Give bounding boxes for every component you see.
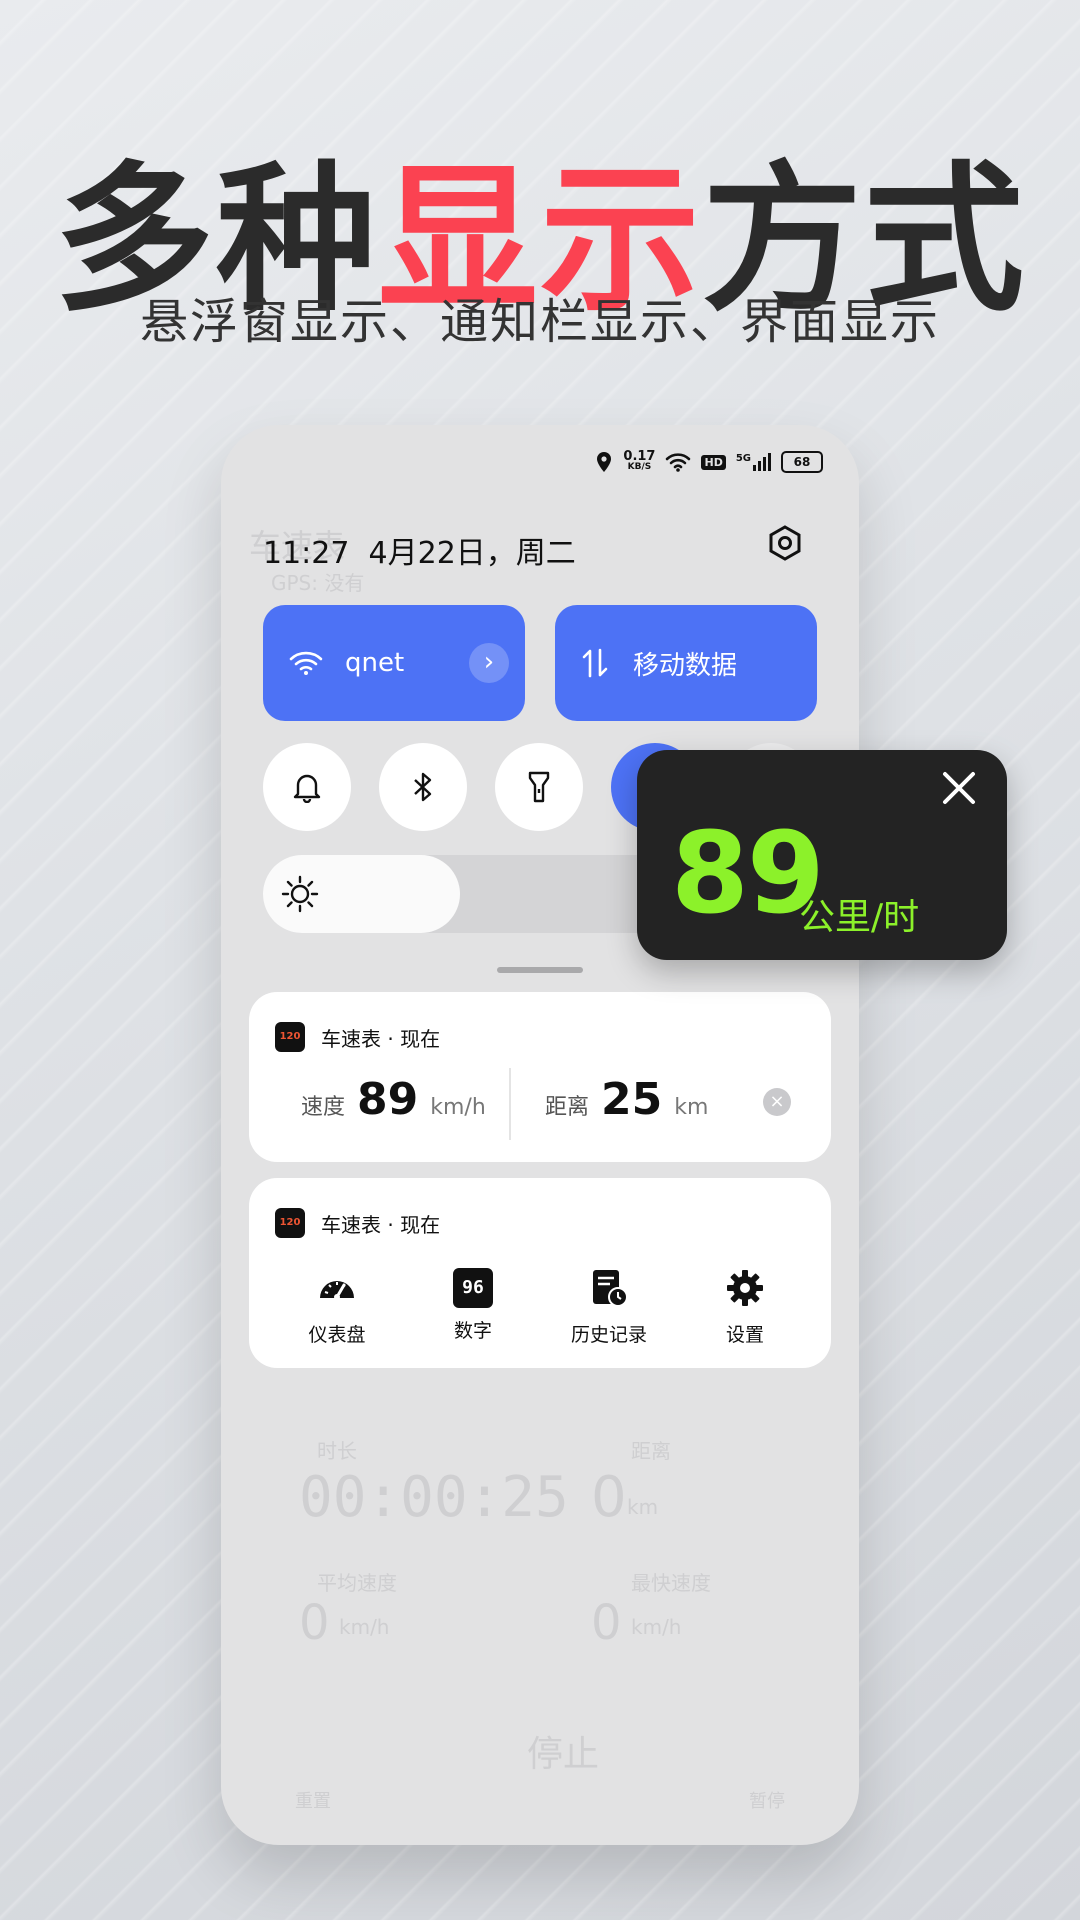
settings-hexagon-icon[interactable]	[767, 525, 803, 561]
close-icon[interactable]	[939, 768, 979, 808]
floating-speed-unit: 公里/时	[799, 897, 920, 938]
bg-distance-label: 距离	[631, 1439, 671, 1463]
panel-drag-handle[interactable]	[497, 967, 583, 973]
distance-metric: 距离 25 km	[545, 1074, 709, 1125]
bg-avg-unit: km/h	[339, 1615, 390, 1639]
flashlight-icon	[528, 771, 550, 803]
bluetooth-icon	[414, 772, 432, 802]
bg-duration-label: 时长	[317, 1439, 357, 1463]
gear-icon	[727, 1270, 763, 1306]
mobile-data-tile[interactable]: 移动数据	[555, 605, 817, 721]
shortcut-settings[interactable]: 设置	[685, 1268, 805, 1347]
bg-max-label: 最快速度	[631, 1571, 711, 1595]
notification-shortcuts-card[interactable]: 120 车速表 · 现在 仪表盘 96 数字 历史记录 设置	[249, 1178, 831, 1368]
bg-avg-label: 平均速度	[317, 1571, 397, 1595]
bg-reset-button[interactable]: 重置	[295, 1787, 331, 1813]
bg-stop-button[interactable]: 停止	[527, 1725, 599, 1777]
metric-divider	[509, 1068, 511, 1140]
wifi-tile[interactable]: qnet ›	[263, 605, 525, 721]
shortcut-digital[interactable]: 96 数字	[413, 1268, 533, 1343]
data-transfer-icon	[582, 648, 608, 678]
wifi-icon	[289, 651, 323, 675]
sun-icon	[281, 875, 319, 913]
speedometer-app-icon: 120	[275, 1022, 305, 1052]
bg-pause-button[interactable]: 暂停	[749, 1787, 785, 1813]
signal-icon: 5G	[736, 453, 771, 471]
notification-header: 120 车速表 · 现在	[275, 1208, 440, 1238]
digital-display-icon: 96	[453, 1268, 493, 1308]
history-icon	[593, 1270, 628, 1307]
subheadline: 悬浮窗显示、通知栏显示、界面显示	[139, 294, 940, 350]
wifi-tile-label: qnet	[345, 648, 405, 678]
toggle-bluetooth[interactable]	[379, 743, 467, 831]
notification-speed-card[interactable]: 120 车速表 · 现在 速度 89 km/h 距离 25 km ×	[249, 992, 831, 1162]
floating-speed-window[interactable]: 89 公里/时	[637, 750, 1007, 960]
mobile-data-label: 移动数据	[633, 650, 738, 681]
shortcut-history[interactable]: 历史记录	[549, 1268, 669, 1347]
phone-frame: 车速表 GPS: 没有 时长 距离 00:00:25 0 km 平均速度 最快速…	[221, 425, 859, 1845]
bg-max-value: 0	[591, 1595, 622, 1651]
bg-duration-value: 00:00:25	[299, 1465, 569, 1530]
datetime: 11:27 4月22日，周二	[263, 536, 576, 571]
speed-metric: 速度 89 km/h	[301, 1074, 486, 1125]
location-pin-icon	[597, 452, 612, 472]
hd-badge: HD	[701, 454, 726, 470]
bg-max-unit: km/h	[631, 1615, 682, 1639]
toggle-flashlight[interactable]	[495, 743, 583, 831]
notification-header: 120 车速表 · 现在	[275, 1022, 440, 1052]
bg-distance-value: 0	[591, 1465, 627, 1530]
dashboard-icon	[320, 1281, 354, 1300]
shortcut-dashboard[interactable]: 仪表盘	[277, 1268, 397, 1347]
bg-avg-value: 0	[299, 1595, 330, 1651]
status-bar: 0.17 KB/S HD 5G 68	[595, 449, 823, 473]
chevron-right-icon[interactable]: ›	[469, 643, 509, 683]
speedometer-app-icon: 120	[275, 1208, 305, 1238]
dismiss-icon[interactable]: ×	[763, 1088, 791, 1116]
bg-distance-unit: km	[627, 1495, 659, 1519]
bell-icon	[293, 774, 321, 803]
wifi-status-icon	[666, 453, 691, 472]
toggle-bell[interactable]	[263, 743, 351, 831]
battery-icon: 68	[781, 451, 823, 473]
net-speed: 0.17 KB/S	[623, 449, 656, 472]
